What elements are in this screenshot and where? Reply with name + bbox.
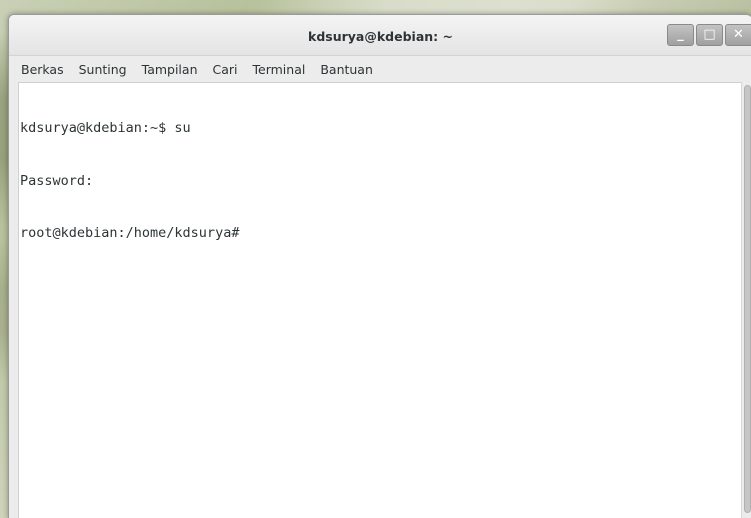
maximize-icon[interactable]: □: [696, 24, 723, 46]
close-icon[interactable]: ✕: [725, 24, 751, 46]
menu-bantuan[interactable]: Bantuan: [318, 60, 375, 79]
window-title: kdsurya@kdebian: ~: [308, 29, 453, 44]
scrollbar-thumb[interactable]: [744, 85, 751, 513]
terminal-prompt-line: root@kdebian:/home/kdsurya#: [20, 225, 240, 241]
menu-cari[interactable]: Cari: [211, 60, 240, 79]
terminal-text: kdsurya@kdebian:~$ su Password: root@kde…: [20, 85, 239, 278]
terminal-output-area[interactable]: kdsurya@kdebian:~$ su Password: root@kde…: [18, 82, 742, 518]
menu-sunting[interactable]: Sunting: [77, 60, 129, 79]
terminal-line: Password:: [20, 172, 94, 189]
menu-tampilan[interactable]: Tampilan: [140, 60, 200, 79]
menu-terminal[interactable]: Terminal: [251, 60, 308, 79]
menu-bar: Berkas Sunting Tampilan Cari Terminal Ba…: [9, 56, 751, 82]
terminal-line: kdsurya@kdebian:~$ su: [20, 120, 191, 136]
terminal-window: kdsurya@kdebian: ~ _ □ ✕ Berkas Sunting …: [8, 14, 751, 518]
title-bar[interactable]: kdsurya@kdebian: ~ _ □ ✕: [9, 15, 751, 56]
window-controls: _ □ ✕: [667, 24, 751, 46]
vertical-scrollbar[interactable]: [741, 82, 751, 518]
menu-berkas[interactable]: Berkas: [19, 60, 66, 79]
minimize-icon[interactable]: _: [667, 24, 694, 46]
